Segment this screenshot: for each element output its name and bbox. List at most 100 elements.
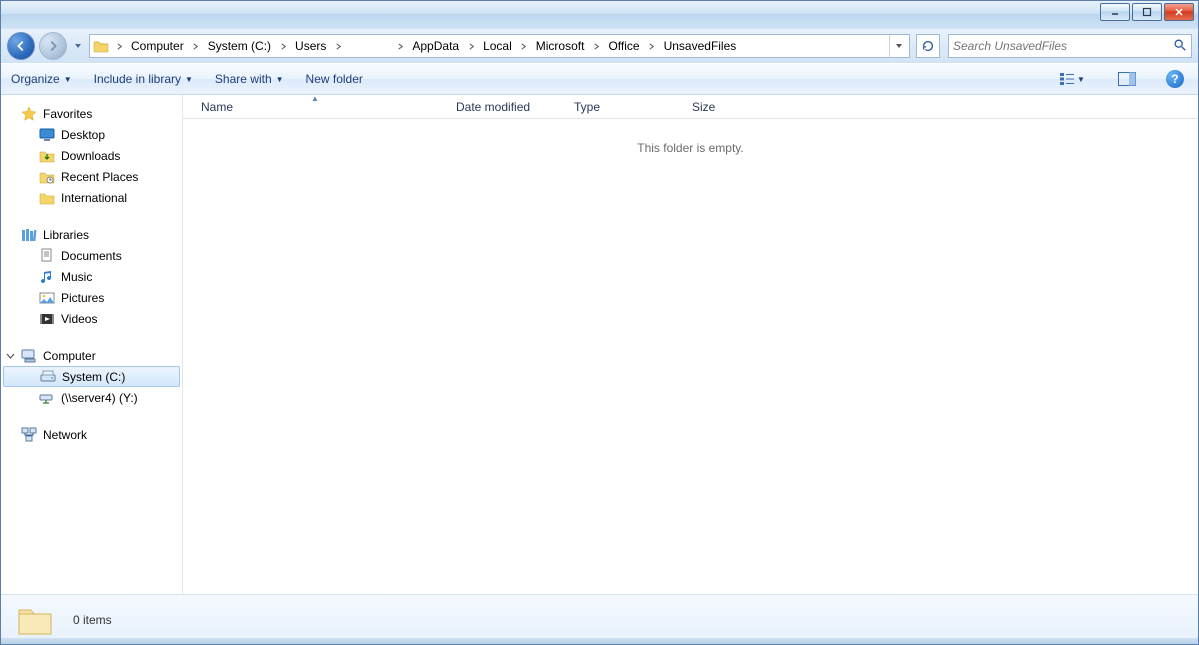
star-icon	[21, 106, 37, 122]
details-pane: 0 items	[1, 594, 1198, 644]
address-bar[interactable]: Computer System (C:) Users AppData Local…	[89, 34, 910, 58]
column-label: Name	[201, 100, 233, 114]
navigation-pane[interactable]: Favorites Desktop Downloads Recent Place…	[1, 95, 183, 594]
computer-label: Computer	[43, 349, 96, 363]
sidebar-item-label: Videos	[61, 312, 97, 326]
network-icon	[21, 427, 37, 443]
sidebar-item-label: International	[61, 191, 127, 205]
folder-large-icon	[15, 600, 55, 640]
collapse-icon[interactable]	[5, 350, 16, 361]
maximize-button[interactable]	[1132, 3, 1162, 21]
folder-icon	[39, 190, 55, 206]
chevron-right-icon[interactable]	[645, 35, 659, 57]
body-split: Favorites Desktop Downloads Recent Place…	[1, 95, 1198, 594]
address-dropdown[interactable]	[889, 35, 907, 57]
sidebar-item-favorites[interactable]: Favorites	[1, 103, 182, 124]
breadcrumb-microsoft[interactable]: Microsoft	[531, 35, 590, 57]
sidebar-item-label: Downloads	[61, 149, 120, 163]
column-header-name[interactable]: Name ▲	[183, 95, 448, 118]
sidebar-item-recent-places[interactable]: Recent Places	[1, 166, 182, 187]
sidebar-item-network[interactable]: Network	[1, 424, 182, 445]
window-controls	[1100, 3, 1194, 21]
breadcrumb-office[interactable]: Office	[603, 35, 644, 57]
title-bar	[1, 1, 1198, 29]
sort-ascending-icon: ▲	[311, 94, 319, 103]
chevron-right-icon[interactable]	[331, 35, 345, 57]
sidebar-item-international[interactable]: International	[1, 187, 182, 208]
chevron-right-icon[interactable]	[189, 35, 203, 57]
computer-group: Computer System (C:) (\\server4) (Y:)	[1, 345, 182, 408]
breadcrumb-user[interactable]	[345, 35, 393, 57]
sidebar-item-downloads[interactable]: Downloads	[1, 145, 182, 166]
column-headers: Name ▲ Date modified Type Size	[183, 95, 1198, 119]
search-icon[interactable]	[1173, 38, 1187, 55]
documents-icon	[39, 248, 55, 264]
search-box[interactable]	[948, 34, 1192, 58]
include-label: Include in library	[94, 72, 181, 86]
share-with-menu[interactable]: Share with ▼	[215, 72, 284, 86]
column-label: Date modified	[456, 100, 530, 114]
refresh-button[interactable]	[916, 34, 940, 58]
nav-history-dropdown[interactable]	[71, 32, 85, 60]
sidebar-item-libraries[interactable]: Libraries	[1, 224, 182, 245]
navigation-row: Computer System (C:) Users AppData Local…	[1, 29, 1198, 63]
pictures-icon	[39, 290, 55, 306]
sidebar-item-music[interactable]: Music	[1, 266, 182, 287]
column-header-size[interactable]: Size	[684, 95, 764, 118]
sidebar-item-label: Documents	[61, 249, 122, 263]
include-in-library-menu[interactable]: Include in library ▼	[94, 72, 193, 86]
sidebar-item-computer[interactable]: Computer	[1, 345, 182, 366]
chevron-down-icon: ▼	[185, 75, 193, 84]
sidebar-item-documents[interactable]: Documents	[1, 245, 182, 266]
chevron-right-icon[interactable]	[517, 35, 531, 57]
column-label: Size	[692, 100, 715, 114]
sidebar-item-pictures[interactable]: Pictures	[1, 287, 182, 308]
share-label: Share with	[215, 72, 272, 86]
forward-button[interactable]	[39, 32, 67, 60]
minimize-button[interactable]	[1100, 3, 1130, 21]
new-folder-label: New folder	[306, 72, 363, 86]
breadcrumb-local[interactable]: Local	[478, 35, 517, 57]
libraries-icon	[21, 227, 37, 243]
file-list-pane: Name ▲ Date modified Type Size This fold…	[183, 95, 1198, 594]
item-count: 0 items	[73, 613, 112, 627]
organize-label: Organize	[11, 72, 60, 86]
sidebar-item-label: Pictures	[61, 291, 104, 305]
chevron-right-icon[interactable]	[464, 35, 478, 57]
sidebar-item-label: (\\server4) (Y:)	[61, 391, 138, 405]
new-folder-button[interactable]: New folder	[306, 72, 363, 86]
breadcrumb-unsavedfiles[interactable]: UnsavedFiles	[659, 35, 742, 57]
sidebar-item-desktop[interactable]: Desktop	[1, 124, 182, 145]
explorer-window: Computer System (C:) Users AppData Local…	[0, 0, 1199, 645]
organize-menu[interactable]: Organize ▼	[11, 72, 72, 86]
command-bar: Organize ▼ Include in library ▼ Share with…	[1, 63, 1198, 95]
sidebar-item-videos[interactable]: Videos	[1, 308, 182, 329]
close-button[interactable]	[1164, 3, 1194, 21]
chevron-down-icon: ▼	[276, 75, 284, 84]
desktop-icon	[39, 127, 55, 143]
sidebar-item-network-drive-y[interactable]: (\\server4) (Y:)	[1, 387, 182, 408]
view-options-button[interactable]: ▼	[1052, 67, 1092, 91]
chevron-right-icon[interactable]	[393, 35, 407, 57]
favorites-label: Favorites	[43, 107, 92, 121]
chevron-right-icon[interactable]	[112, 35, 126, 57]
breadcrumb-appdata[interactable]: AppData	[407, 35, 464, 57]
network-drive-icon	[39, 390, 55, 406]
preview-pane-button[interactable]	[1114, 67, 1140, 91]
back-button[interactable]	[7, 32, 35, 60]
chevron-down-icon: ▼	[64, 75, 72, 84]
libraries-label: Libraries	[43, 228, 89, 242]
column-header-date[interactable]: Date modified	[448, 95, 566, 118]
breadcrumb-users[interactable]: Users	[290, 35, 331, 57]
sidebar-item-system-c[interactable]: System (C:)	[3, 366, 180, 387]
column-header-type[interactable]: Type	[566, 95, 684, 118]
help-button[interactable]: ?	[1162, 67, 1188, 91]
chevron-right-icon[interactable]	[589, 35, 603, 57]
search-input[interactable]	[953, 39, 1173, 53]
breadcrumb-system-c[interactable]: System (C:)	[203, 35, 276, 57]
sidebar-item-label: Desktop	[61, 128, 105, 142]
recent-icon	[39, 169, 55, 185]
breadcrumb-computer[interactable]: Computer	[126, 35, 189, 57]
computer-icon	[21, 348, 37, 364]
chevron-right-icon[interactable]	[276, 35, 290, 57]
